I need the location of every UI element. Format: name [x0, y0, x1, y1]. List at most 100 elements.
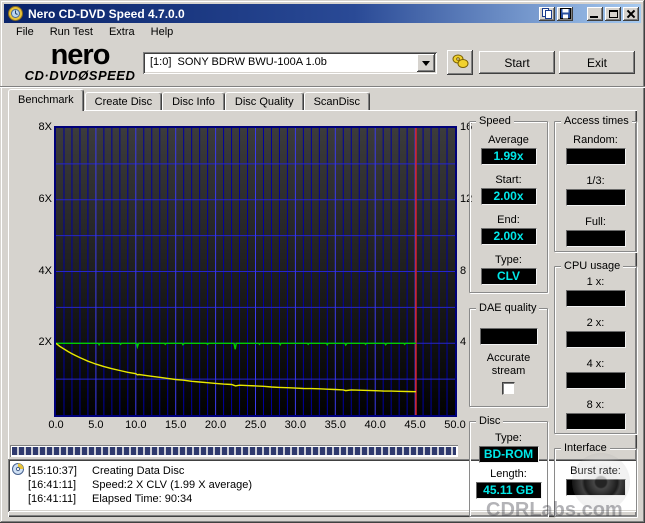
cpu-1x-label: 1 x:: [555, 276, 636, 289]
interface-panel: Interface Burst rate:: [554, 448, 637, 517]
tab-label: Benchmark: [18, 94, 74, 106]
title-bar: Nero CD-DVD Speed 4.7.0.0: [4, 4, 641, 23]
close-icon: [626, 9, 636, 18]
burst-rate-value: [566, 479, 626, 496]
tab-label: ScanDisc: [314, 96, 360, 108]
cpu-2x-value: [566, 331, 626, 348]
tab-create-disc[interactable]: Create Disc: [85, 92, 162, 111]
drive-select[interactable]: [1:0] SONY BDRW BWU-100A 1.0b: [143, 52, 437, 74]
cpu-usage-panel: CPU usage 1 x: 2 x: 4 x: 8 x:: [554, 266, 637, 434]
accurate-stream-label-line1: Accurate: [487, 352, 530, 364]
disc-type-label: Type:: [470, 432, 547, 445]
tab-label: Disc Quality: [235, 96, 294, 108]
progress-bar: [10, 445, 458, 457]
start-button[interactable]: Start: [479, 51, 555, 74]
x-axis-tick: 10.0: [120, 419, 152, 431]
save-icon: [560, 8, 571, 19]
speed-type-value: CLV: [481, 268, 537, 285]
burst-rate-label: Burst rate:: [555, 465, 636, 478]
speed-average-label: Average: [470, 134, 547, 147]
nero-logo-wordmark: nero: [16, 42, 144, 68]
log-timestamp: [15:10:37]: [28, 464, 92, 478]
app-icon: [8, 6, 23, 21]
log-timestamp: [16:41:11]: [28, 478, 92, 492]
cpu-8x-label: 8 x:: [555, 399, 636, 412]
cpu-8x-value: [566, 413, 626, 430]
tab-scandisc[interactable]: ScanDisc: [304, 92, 370, 111]
speed-panel: Speed Average 1.99x Start: 2.00x End: 2.…: [469, 121, 548, 293]
benchmark-chart: [54, 126, 457, 417]
disc-panel-title: Disc: [476, 415, 503, 427]
y-axis-tick-left: 2X: [24, 336, 52, 348]
cpu-1x-value: [566, 290, 626, 307]
access-random-label: Random:: [555, 134, 636, 147]
tab-benchmark[interactable]: Benchmark: [8, 89, 84, 111]
dae-quality-panel: DAE quality Accurate stream: [469, 308, 548, 407]
x-axis-tick: 5.0: [80, 419, 112, 431]
speed-average-value: 1.99x: [481, 148, 537, 165]
speed-panel-title: Speed: [476, 115, 514, 127]
app-window: Nero CD-DVD Speed 4.7.0.0 File Run Test …: [0, 0, 645, 523]
tab-disc-quality[interactable]: Disc Quality: [225, 92, 304, 111]
tab-disc-info[interactable]: Disc Info: [162, 92, 225, 111]
minimize-icon: [590, 16, 598, 18]
copy-screenshot-button[interactable]: [539, 7, 555, 21]
cpu-4x-value: [566, 372, 626, 389]
minimize-button[interactable]: [587, 7, 603, 21]
accurate-stream-label-line2: stream: [492, 365, 526, 377]
menu-help[interactable]: Help: [143, 24, 182, 40]
disc-panel: Disc Type: BD-ROM Length: 45.11 GB: [469, 421, 548, 517]
access-third-value: [566, 189, 626, 206]
y-axis-tick-left: 6X: [24, 193, 52, 205]
y-axis-tick-left: 4X: [24, 265, 52, 277]
maximize-icon: [609, 10, 618, 18]
log-message: Elapsed Time: 90:34: [92, 492, 634, 506]
x-axis-tick: 50.0: [439, 419, 471, 431]
log-entry-disc-icon: [12, 463, 28, 479]
chevron-down-icon: [422, 61, 430, 70]
menu-extra[interactable]: Extra: [101, 24, 143, 40]
nero-logo-subtitle: CD·DVDØSPEED: [16, 68, 144, 83]
progress-fill: [12, 447, 456, 455]
speed-type-label: Type:: [470, 254, 547, 267]
close-button[interactable]: [623, 7, 639, 21]
dae-quality-title: DAE quality: [476, 302, 539, 314]
x-axis-tick: 15.0: [160, 419, 192, 431]
access-full-label: Full:: [555, 216, 636, 229]
log-timestamp: [16:41:11]: [28, 492, 92, 506]
disc-length-label: Length:: [470, 468, 547, 481]
drive-select-dropdown-button[interactable]: [417, 54, 435, 72]
eject-disc-button[interactable]: [447, 50, 473, 75]
access-times-panel: Access times Random: 1/3: Full:: [554, 121, 637, 252]
speed-end-value: 2.00x: [481, 228, 537, 245]
save-screenshot-button[interactable]: [557, 7, 573, 21]
menu-file[interactable]: File: [8, 24, 42, 40]
y-axis-tick-left: 8X: [24, 121, 52, 133]
accurate-stream-checkbox[interactable]: [502, 382, 515, 395]
tab-label: Create Disc: [95, 96, 152, 108]
x-axis-tick: 45.0: [399, 419, 431, 431]
copy-icon: [542, 8, 553, 20]
nero-logo: nero CD·DVDØSPEED: [16, 42, 144, 83]
x-axis-tick: 20.0: [200, 419, 232, 431]
tab-strip: Benchmark Create Disc Disc Info Disc Qua…: [8, 90, 370, 111]
toolbar: nero CD·DVDØSPEED [1:0] SONY BDRW BWU-10…: [4, 41, 641, 86]
log-message: Creating Data Disc: [92, 464, 634, 478]
toolbar-separator: [0, 86, 645, 88]
access-random-value: [566, 148, 626, 165]
chart-canvas: [56, 128, 455, 415]
x-axis-tick: 0.0: [40, 419, 72, 431]
hand-disc-icon: [452, 53, 469, 69]
maximize-button[interactable]: [605, 7, 621, 21]
cpu-4x-label: 4 x:: [555, 358, 636, 371]
interface-panel-title: Interface: [561, 442, 610, 454]
drive-select-value: [1:0] SONY BDRW BWU-100A 1.0b: [150, 56, 327, 68]
x-axis-tick: 40.0: [359, 419, 391, 431]
access-third-label: 1/3:: [555, 175, 636, 188]
disc-length-value: 45.11 GB: [476, 482, 542, 499]
menu-run-test[interactable]: Run Test: [42, 24, 101, 40]
x-axis-tick: 35.0: [319, 419, 351, 431]
access-times-title: Access times: [561, 115, 632, 127]
log-message: Speed:2 X CLV (1.99 X average): [92, 478, 634, 492]
exit-button[interactable]: Exit: [559, 51, 635, 74]
